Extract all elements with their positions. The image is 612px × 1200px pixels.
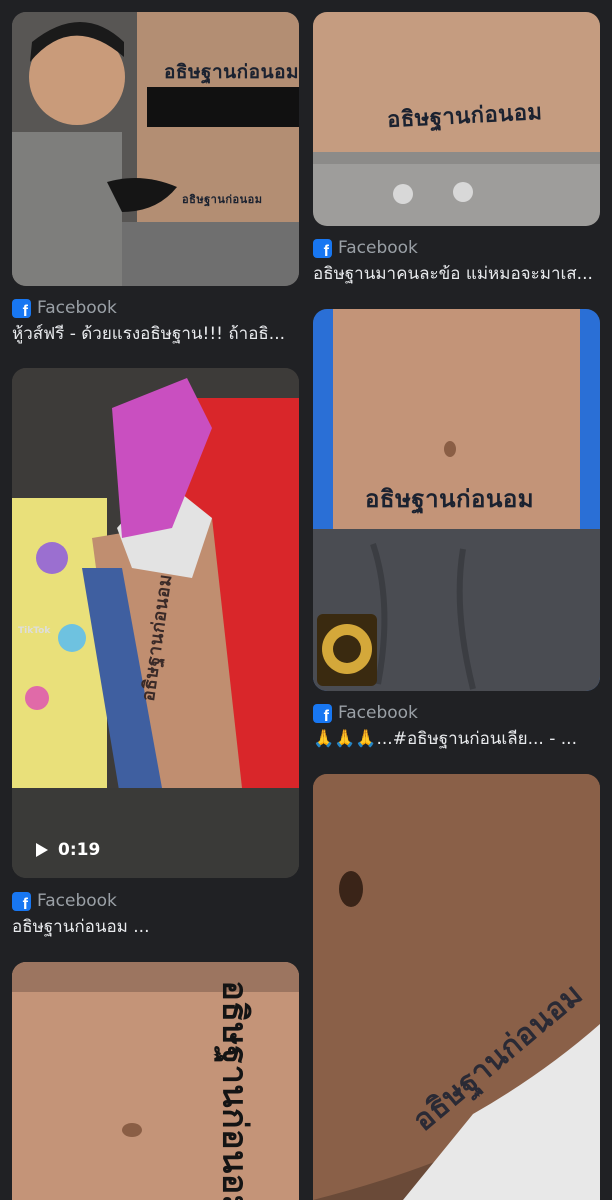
video-duration-badge: 0:19 bbox=[36, 840, 100, 860]
result-thumbnail-3[interactable]: อธิษฐานก่อนอม bbox=[313, 309, 600, 691]
facebook-icon bbox=[12, 298, 31, 321]
facebook-icon bbox=[313, 238, 332, 261]
source-label: Facebook bbox=[338, 703, 418, 723]
source-label: Facebook bbox=[37, 298, 117, 318]
tattoo-text-3: อธิษฐานก่อนอม bbox=[365, 484, 535, 513]
facebook-icon bbox=[313, 703, 332, 726]
tattoo-text-6: อธิษฐานก่อนอม bbox=[214, 980, 255, 1200]
source-label: Facebook bbox=[338, 238, 418, 258]
result-caption-4[interactable]: อธิษฐานก่อนอม ... bbox=[12, 915, 299, 939]
play-icon bbox=[36, 843, 48, 857]
result-source-1[interactable]: Facebook bbox=[12, 297, 117, 321]
result-thumbnail-2[interactable]: อธิษฐานก่อนอม bbox=[313, 12, 600, 226]
video-duration: 0:19 bbox=[58, 840, 101, 860]
result-source-3[interactable]: Facebook bbox=[313, 702, 418, 726]
tattoo-text-1b: อธิษฐานก่อนอม bbox=[182, 193, 263, 206]
result-source-2[interactable]: Facebook bbox=[313, 237, 418, 261]
result-thumbnail-5[interactable]: อธิษฐานก่อนอม bbox=[313, 774, 600, 1200]
result-caption-2[interactable]: อธิษฐานมาคนละข้อ แม่หมอจะมาเส... bbox=[313, 262, 600, 286]
result-thumbnail-6[interactable]: อธิษฐานก่อนอม bbox=[12, 962, 299, 1200]
result-thumbnail-4[interactable]: อธิษฐานก่อนอม TikTok 0:19 bbox=[12, 368, 299, 878]
result-source-4[interactable]: Facebook bbox=[12, 890, 117, 914]
tattoo-text-1a: อธิษฐานก่อนอม bbox=[164, 61, 299, 83]
tiktok-watermark: TikTok bbox=[18, 626, 51, 636]
thumbnail-art-1 bbox=[12, 12, 299, 286]
facebook-icon bbox=[12, 891, 31, 914]
result-caption-3[interactable]: 🙏🙏🙏...#อธิษฐานก่อนเลีย... - ... bbox=[313, 727, 600, 751]
source-label: Facebook bbox=[37, 891, 117, 911]
result-thumbnail-1[interactable]: อธิษฐานก่อนอม อธิษฐานก่อนอม bbox=[12, 12, 299, 286]
result-caption-1[interactable]: หู้วส์ฟรี - ด้วยแรงอธิษฐาน!!! ถ้าอธิ... bbox=[12, 322, 299, 346]
